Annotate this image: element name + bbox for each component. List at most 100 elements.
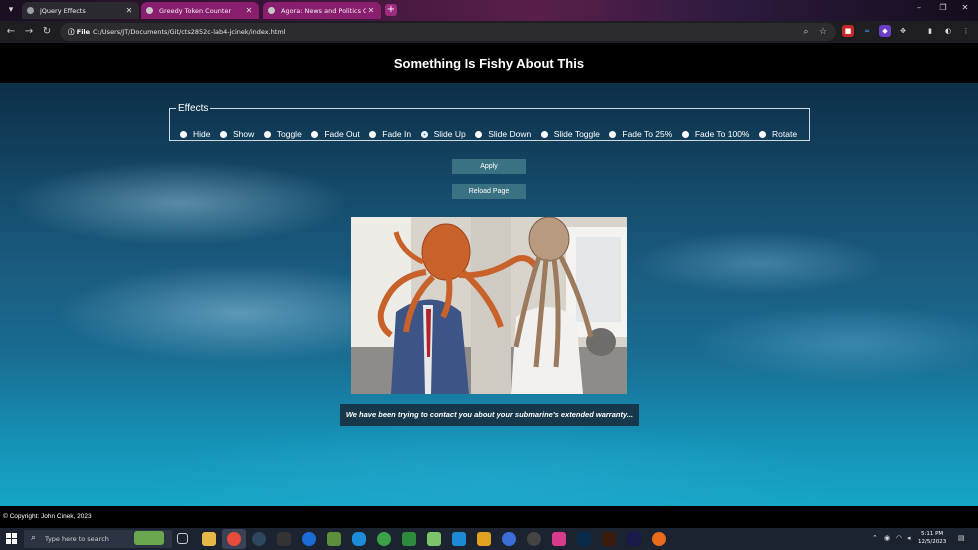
radio-circle-icon[interactable] [609,130,617,138]
profile-icon[interactable]: ◐ [942,25,954,37]
steam-icon[interactable] [252,532,266,546]
vscode-icon[interactable] [452,532,466,546]
radio-fade-out[interactable]: Fade Out [311,129,360,139]
effects-radio-group: Hide Show Toggle Fade Out Fade In Slide … [180,129,807,139]
photos-icon[interactable] [552,532,566,546]
minecraft-icon[interactable] [327,532,341,546]
reload-icon[interactable]: ↻ [40,25,54,39]
octopus-people-image [351,217,627,394]
extension-wave-icon[interactable]: ≈ [861,25,873,37]
task-view-icon[interactable] [177,533,188,544]
radio-circle-icon[interactable] [180,130,187,138]
tab-close-icon[interactable]: ✕ [124,6,134,15]
copyright-text: © Copyright: John Cinek, 2023 [3,513,92,520]
new-tab-button[interactable]: + [385,4,397,16]
apply-button[interactable]: Apply [452,159,526,174]
search-highlight-icon[interactable] [134,531,164,545]
address-bar[interactable]: ⓘ File C:/Users/JT/Documents/Git/cts2852… [60,23,836,41]
radio-circle-icon[interactable] [475,130,483,138]
tab-favicon-icon [146,7,153,14]
tab-close-icon[interactable]: ✕ [366,6,376,15]
radio-label: Fade To 100% [694,129,750,139]
radio-circle-icon[interactable] [369,130,377,138]
windows-start-icon[interactable] [6,533,17,544]
forward-arrow-icon[interactable]: → [22,25,36,39]
tab-favicon-icon [268,7,275,14]
extension-icon[interactable]: ■ [842,25,854,37]
radio-slide-down[interactable]: Slide Down [475,129,531,139]
side-panel-icon[interactable]: ▮ [924,25,936,37]
tab-title: Agora: News and Politics Chat [281,6,366,15]
warranty-caption: We have been trying to contact you about… [340,404,639,426]
reload-page-button[interactable]: Reload Page [452,184,526,199]
tab-greedy-token-counter[interactable]: Greedy Token Counter ✕ [141,2,259,19]
radio-label: Rotate [772,129,798,139]
back-arrow-icon[interactable]: ← [4,25,18,39]
app-icon[interactable] [477,532,491,546]
radio-label: Fade In [382,129,412,139]
radio-slide-up[interactable]: Slide Up [420,129,466,139]
radio-circle-icon[interactable] [420,130,428,138]
extension-shield-icon[interactable]: ◆ [879,25,891,37]
effects-fieldset: Effects Hide Show Toggle Fade Out Fade I… [169,103,810,141]
radio-fade-to-100[interactable]: Fade To 100% [681,129,750,139]
radio-label: Show [232,129,255,139]
radio-circle-icon[interactable] [219,130,227,138]
file-explorer-icon[interactable] [202,532,216,546]
tab-search-icon[interactable]: ▾ [3,3,19,18]
radio-circle-icon[interactable] [540,130,548,138]
tray-app-icon[interactable]: ◉ [884,534,890,542]
minimize-icon[interactable]: – [912,3,926,12]
chrome-icon[interactable] [227,532,241,546]
radio-circle-icon[interactable] [759,130,766,138]
search-icon: ⌕ [31,533,37,543]
browser-tab-strip: ▾ jQuery Effects ✕ Greedy Token Counter … [0,0,978,21]
illustrator-icon[interactable] [602,532,616,546]
effects-legend: Effects [178,103,209,114]
radio-slide-toggle[interactable]: Slide Toggle [540,129,600,139]
restore-icon[interactable]: ❐ [936,3,950,12]
battlenet-icon[interactable] [302,532,316,546]
radio-circle-icon[interactable] [681,130,689,138]
notification-icon[interactable]: ▤ [958,534,965,542]
radio-circle-icon[interactable] [311,130,319,138]
page-footer: © Copyright: John Cinek, 2023 [0,506,978,528]
radio-fade-in[interactable]: Fade In [369,129,411,139]
radio-label: Fade Out [324,129,360,139]
tab-agora[interactable]: Agora: News and Politics Chat ✕ [263,2,381,19]
spreadsheet-icon[interactable] [402,532,416,546]
zoom-icon[interactable]: ⌕ [800,26,812,38]
tab-close-icon[interactable]: ✕ [244,6,254,15]
extensions-puzzle-icon[interactable]: ✥ [897,25,909,37]
radio-toggle[interactable]: Toggle [263,129,302,139]
epic-games-icon[interactable] [277,532,291,546]
edge-icon[interactable] [502,532,516,546]
radio-show[interactable]: Show [219,129,255,139]
radio-label: Hide [193,129,211,139]
url-text[interactable]: C:/Users/JT/Documents/Git/cts2852c-lab4-… [93,26,286,38]
site-info-chip[interactable]: ⓘ File [64,26,94,38]
menu-kebab-icon[interactable]: ⋮ [960,25,972,37]
tab-title: jQuery Effects [40,6,86,15]
photoshop-icon[interactable] [577,532,591,546]
bookmark-star-icon[interactable]: ☆ [817,26,829,38]
notepad-icon[interactable] [427,532,441,546]
cloud-app-icon[interactable] [352,532,366,546]
green-app-icon[interactable] [377,532,391,546]
obs-icon[interactable] [527,532,541,546]
clock-time: 5:11 PM [921,531,944,537]
network-icon[interactable]: ◠ [896,534,902,542]
firefox-icon[interactable] [652,532,666,546]
radio-rotate[interactable]: Rotate [759,129,797,139]
radio-hide[interactable]: Hide [180,129,210,139]
close-window-icon[interactable]: ✕ [958,3,972,12]
radio-fade-to-25[interactable]: Fade To 25% [609,129,672,139]
radio-label: Slide Toggle [553,129,600,139]
radio-circle-icon[interactable] [263,130,271,138]
tray-chevron-icon[interactable]: ⌃ [872,534,878,542]
web-page: Something Is Fishy About This Effects Hi… [0,43,978,528]
after-effects-icon[interactable] [627,532,641,546]
tab-jquery-effects[interactable]: jQuery Effects ✕ [22,2,139,19]
taskbar-clock[interactable]: 5:11 PM 12/5/2023 [918,531,946,546]
volume-icon[interactable]: ◂ [907,534,911,542]
